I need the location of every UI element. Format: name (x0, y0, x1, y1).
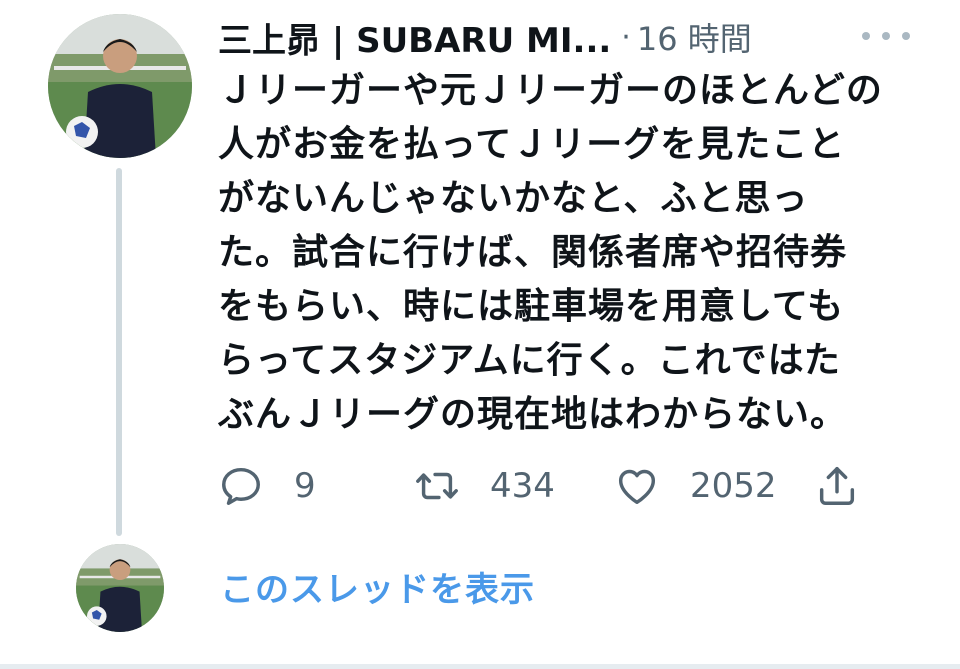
author-avatar[interactable] (48, 14, 192, 158)
tweet-divider (0, 664, 960, 669)
thread-connector-line (116, 168, 122, 536)
retweet-button[interactable]: 434 (414, 460, 555, 512)
tweet-header: 三上昴 | SUBARU MI... · 16 時間 (218, 12, 752, 62)
more-dot (902, 32, 910, 40)
tweet-text-line: らってスタジアムに行く。これではた (218, 340, 841, 381)
retweet-count: 434 (490, 466, 555, 506)
more-dot (882, 32, 890, 40)
tweet-text-line: Ｊリーガーや元Ｊリーガーのほとんどの (218, 70, 883, 111)
tweet-timestamp[interactable]: 16 時間 (637, 14, 752, 60)
reply-count: 9 (294, 466, 316, 506)
author-name[interactable]: 三上昴 | SUBARU MI... (218, 13, 611, 62)
like-button[interactable]: 2052 (614, 460, 777, 512)
avatar-photo (48, 14, 192, 158)
share-icon (819, 467, 855, 505)
like-count: 2052 (690, 466, 777, 506)
tweet-text-line: をもらい、時には駐車場を用意しても (218, 286, 845, 327)
tweet-text: Ｊリーガーや元Ｊリーガーのほとんどの 人がお金を払ってＪリーグを見たこと がない… (218, 64, 918, 442)
heart-icon (618, 469, 656, 505)
retweet-icon (416, 472, 458, 500)
avatar-photo (76, 544, 164, 632)
tweet-text-line: た。試合に行けば、関係者席や招待券 (218, 232, 848, 273)
share-button[interactable] (814, 460, 860, 512)
tweet-text-line: 人がお金を払ってＪリーグを見たこと (218, 124, 846, 165)
reply-button[interactable]: 9 (218, 460, 316, 512)
thread-author-avatar[interactable] (76, 544, 164, 632)
tweet-action-bar: 9 434 2052 (218, 460, 878, 512)
more-horizontal-icon[interactable] (862, 24, 910, 48)
tweet-text-line: ぶんＪリーグの現在地はわからない。 (218, 394, 848, 435)
tweet-text-line: がないんじゃないかなと、ふと思っ (218, 178, 809, 219)
reply-icon (222, 467, 260, 505)
show-thread-link[interactable]: このスレッドを表示 (220, 562, 535, 611)
separator-dot: · (621, 19, 631, 55)
more-dot (862, 32, 870, 40)
